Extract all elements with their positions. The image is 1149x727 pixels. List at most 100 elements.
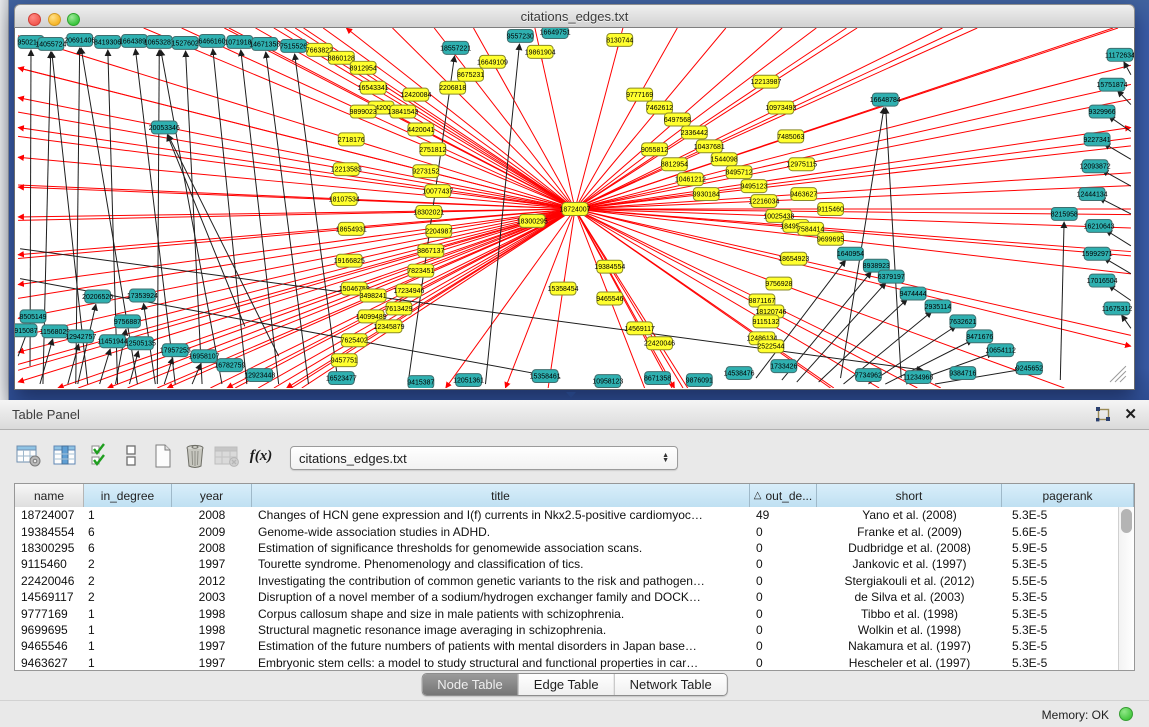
table-row[interactable]: 1872400712008Changes of HCN gene express… [15,507,1120,523]
graph-node[interactable]: 20053346 [149,121,180,134]
graph-node[interactable]: 7515526 [280,39,307,52]
graph-node[interactable]: 9463627 [790,188,817,201]
column-header-short[interactable]: short [817,484,1002,507]
graph-node[interactable]: 8812954 [661,158,688,171]
graph-node[interactable]: 10461212 [675,173,706,186]
window-titlebar[interactable]: citations_edges.txt [14,4,1135,28]
graph-node[interactable]: 16782759 [214,359,245,372]
graph-node[interactable]: 2935114 [925,300,952,313]
table-row[interactable]: 946554611997Estimation of the future num… [15,638,1120,654]
graph-node[interactable]: 14671358 [249,37,280,50]
graph-node[interactable]: 4420041 [407,123,434,136]
graph-node[interactable]: 9245652 [1016,362,1043,375]
graph-node[interactable]: 2206818 [439,81,466,94]
graph-node[interactable]: 2204987 [425,224,452,237]
graph-node[interactable]: 9930184 [693,188,720,201]
graph-node[interactable]: 18654931 [336,222,367,235]
graph-node[interactable]: 22420046 [644,337,675,350]
graph-node[interactable]: 9474444 [900,287,927,300]
graph-node[interactable]: 9115460 [817,203,844,216]
graph-node[interactable]: 13841543 [387,105,418,118]
graph-node[interactable]: 12213987 [750,75,781,88]
graph-node[interactable]: 18724007 [560,203,591,216]
graph-node[interactable]: 9876091 [686,374,713,387]
graph-node[interactable]: 17234946 [393,284,424,297]
graph-node[interactable]: 9557230 [507,29,534,42]
new-document-icon[interactable] [148,440,178,472]
graph-node[interactable]: 12345879 [374,320,405,333]
graph-node[interactable]: 12420084 [400,88,431,101]
graph-node[interactable]: 9415387 [407,376,434,388]
graph-node[interactable]: 8912954 [350,61,377,74]
graph-node[interactable]: 17957253 [160,344,191,357]
graph-node[interactable]: 8419306 [94,35,121,48]
graph-node[interactable]: 2751812 [419,143,446,156]
graph-node[interactable]: 9329966 [1089,105,1116,118]
select-all-icon[interactable] [86,440,116,472]
tab-node-table[interactable]: Node Table [422,674,518,695]
column-header-pagerank[interactable]: pagerank [1002,484,1134,507]
graph-node[interactable]: 7823451 [407,264,434,277]
graph-node[interactable]: 12213583 [331,163,362,176]
graph-node[interactable]: 7613429 [385,302,412,315]
graph-node[interactable]: 17353924 [127,289,158,302]
graph-node[interactable]: 19861904 [525,45,556,58]
graph-node[interactable]: 18300295 [517,214,548,227]
graph-node[interactable]: 2336442 [681,126,708,139]
graph-node[interactable]: 1544098 [711,153,738,166]
graph-node[interactable]: 1640954 [837,247,864,260]
graph-node[interactable]: 19384554 [594,260,625,273]
graph-node[interactable]: 1733426 [770,360,797,373]
graph-node[interactable]: 20691406 [64,33,95,46]
graph-node[interactable]: 2522544 [757,340,784,353]
graph-node[interactable]: 15358454 [548,282,579,295]
close-panel-icon[interactable]: ✕ [1124,405,1137,423]
graph-node[interactable]: 12942757 [65,330,96,343]
column-chooser-icon[interactable] [50,440,80,472]
table-row[interactable]: 946362711997Embryonic stem cells: a mode… [15,655,1120,671]
graph-node[interactable]: 12216034 [748,195,779,208]
column-header-title[interactable]: title [252,484,750,507]
graph-node[interactable]: 10654112 [985,344,1016,357]
graph-node[interactable]: 9756928 [765,277,792,290]
graph-node[interactable]: 9115132 [753,315,780,328]
graph-node[interactable]: 10437681 [694,140,725,153]
graph-node[interactable]: 7632621 [949,315,976,328]
graph-node[interactable]: 12444134 [1077,188,1108,201]
graph-node[interactable]: 9899023 [350,105,377,118]
graph-node[interactable]: 2718176 [338,133,365,146]
graph-node[interactable]: 19166825 [334,254,365,267]
graph-node[interactable]: 16649751 [540,28,571,38]
graph-node[interactable]: 1527602 [172,36,199,49]
graph-node[interactable]: 16543341 [358,81,389,94]
graph-node[interactable]: 16958107 [189,350,220,363]
graph-node[interactable]: 9777169 [626,88,653,101]
table-row[interactable]: 1830029562008Estimation of significance … [15,540,1120,556]
graph-node[interactable]: 9055812 [641,143,668,156]
graph-node[interactable]: 7625402 [341,334,368,347]
table-row[interactable]: 1456911722003Disruption of a novel membe… [15,589,1120,605]
graph-node[interactable]: 14055724 [35,37,66,50]
graph-node[interactable]: 3498241 [360,289,387,302]
graph-node[interactable]: 10077437 [422,185,453,198]
graph-node[interactable]: 18557221 [440,41,471,54]
graph-node[interactable]: 8215958 [1051,208,1078,221]
graph-node[interactable]: 17016504 [1087,274,1118,287]
vertical-scrollbar[interactable] [1118,507,1134,670]
graph-node[interactable]: 18654923 [778,252,809,265]
graph-node[interactable]: 6379197 [878,270,905,283]
graph-node[interactable]: 7485063 [777,130,804,143]
splitter-grip-icon[interactable] [566,392,576,398]
graph-node[interactable]: 14538476 [724,367,755,380]
graph-node[interactable]: 11451944 [97,335,128,348]
graph-node[interactable]: 16649109 [477,55,508,68]
function-builder-icon[interactable]: f(x) [246,440,276,472]
citation-network-graph[interactable]: 9502141140557242069140684193061664389910… [15,28,1134,388]
resize-grip-icon[interactable] [1110,366,1126,382]
graph-node[interactable]: 9915087 [15,324,38,337]
graph-node[interactable]: 6466160 [198,34,225,47]
graph-node[interactable]: 18302021 [413,206,444,219]
tab-edge-table[interactable]: Edge Table [518,674,614,695]
graph-node[interactable]: 12975115 [787,158,818,171]
graph-node[interactable]: 15358461 [530,370,561,383]
